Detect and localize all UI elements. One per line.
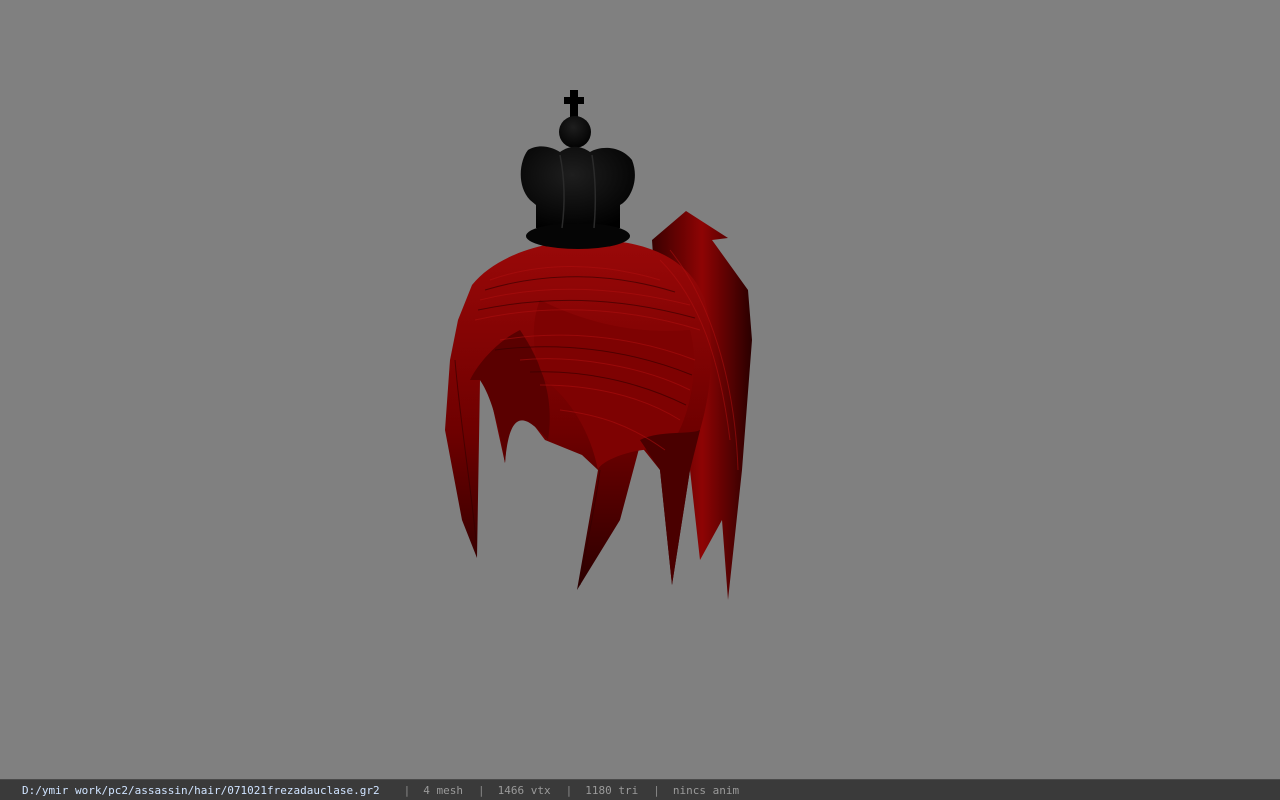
separator: | <box>653 783 660 797</box>
animation-status: nincs anim <box>672 783 740 797</box>
separator: | <box>478 783 485 797</box>
vertex-count: 1466 vtx <box>497 783 551 797</box>
3d-viewport[interactable] <box>0 0 1280 779</box>
status-bar: D:/ymir work/pc2/assassin/hair/071021fre… <box>0 779 1280 800</box>
model-render[interactable] <box>0 0 1280 779</box>
separator: | <box>565 783 573 797</box>
separator: | <box>403 783 411 797</box>
hair-mesh <box>445 239 739 590</box>
mesh-count: 4 mesh <box>423 783 463 797</box>
triangle-count: 1180 tri <box>585 783 639 797</box>
file-path-label: D:/ymir work/pc2/assassin/hair/071021fre… <box>22 783 380 797</box>
crown-mesh <box>520 90 635 249</box>
